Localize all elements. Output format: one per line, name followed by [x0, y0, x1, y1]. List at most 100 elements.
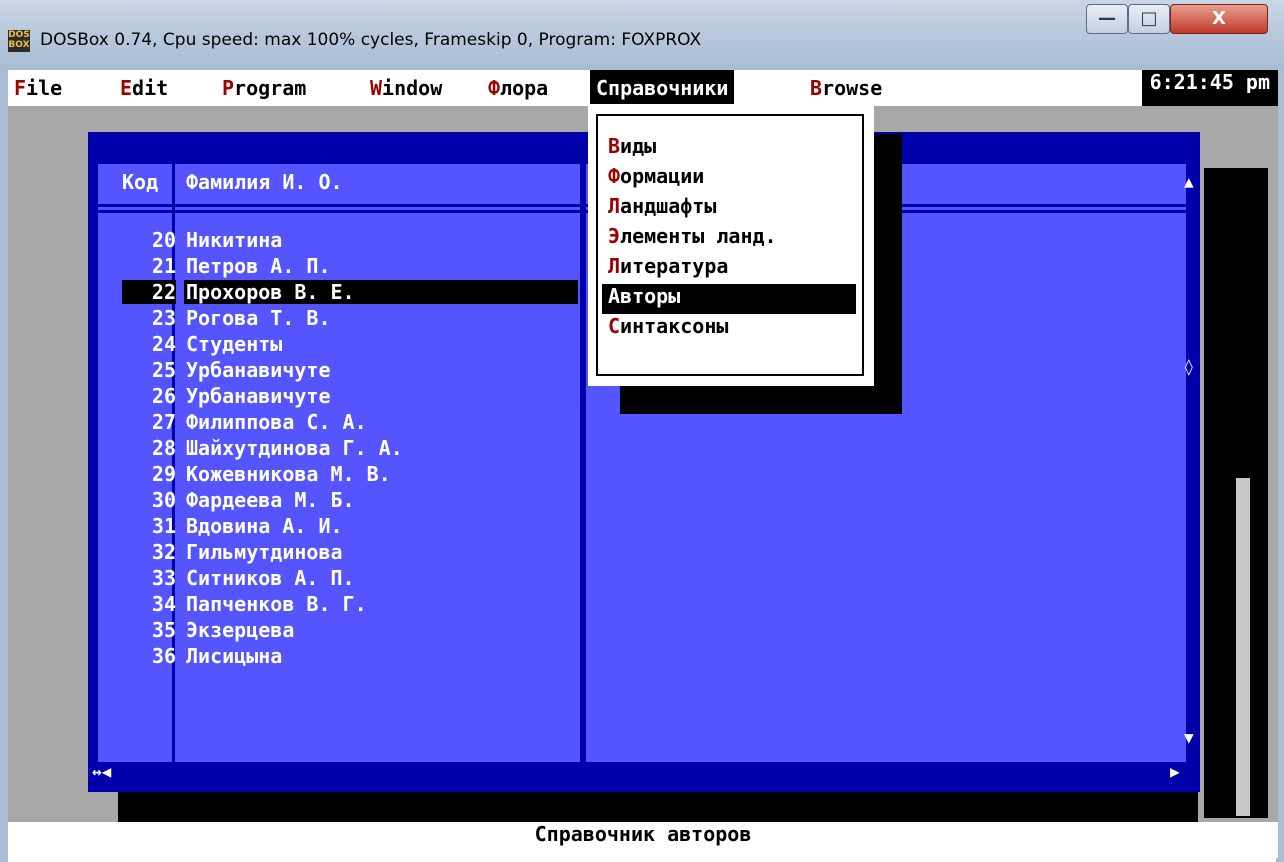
dropdown-label: лементы ланд.	[620, 224, 777, 248]
table-row[interactable]: 29 Кожевникова М. В.	[98, 462, 580, 488]
row-name: Петров А. П.	[186, 254, 331, 278]
table-row[interactable]: 27 Филиппова С. А.	[98, 410, 580, 436]
status-bar: Справочник авторов	[8, 822, 1278, 858]
menu-window[interactable]: Window	[364, 70, 448, 106]
row-code: 26	[151, 384, 176, 408]
row-code: 28	[151, 436, 176, 460]
row-code: 20	[151, 228, 176, 252]
table-row[interactable]: 21 Петров А. П.	[98, 254, 580, 280]
table-row[interactable]: 23 Рогова Т. В.	[98, 306, 580, 332]
dropdown-hotkey: Э	[608, 224, 621, 248]
menu-spravochniki[interactable]: Справочники	[590, 70, 735, 106]
column-header-code[interactable]: Код	[122, 170, 158, 194]
dropdown-hotkey: А	[608, 284, 621, 308]
row-name: Гильмутдинова	[186, 540, 343, 564]
spravochniki-dropdown: Виды Формации Ландшафты Элементы ланд. Литер…	[588, 104, 874, 386]
dropdown-hotkey: С	[608, 314, 621, 338]
row-code: 32	[151, 540, 176, 564]
row-name: Кожевникова М. В.	[186, 462, 391, 486]
table-row[interactable]: 32 Гильмутдинова	[98, 540, 580, 566]
dropdown-label: интаксоны	[620, 314, 729, 338]
dropdown-item[interactable]: Виды	[602, 134, 856, 164]
table-row[interactable]: 24 Студенты	[98, 332, 580, 358]
menu-browse[interactable]: Browse	[804, 70, 888, 106]
table-row[interactable]: 26 Урбанавичуте	[98, 384, 580, 410]
row-code: 25	[151, 358, 176, 382]
row-code: 23	[151, 306, 176, 330]
dropdown-items: Виды Формации Ландшафты Элементы ланд. Литер…	[602, 134, 856, 344]
row-code: 30	[151, 488, 176, 512]
minimize-button[interactable]: —	[1086, 4, 1128, 34]
table-row[interactable]: 34 Папченков В. Г.	[98, 592, 580, 618]
menu-hotkey: F	[14, 76, 27, 100]
row-name: Студенты	[186, 332, 283, 356]
dropdown-item[interactable]: Элементы ланд.	[602, 224, 856, 254]
row-name: Филиппова С. А.	[186, 410, 367, 434]
row-name: Вдовина А. И.	[186, 514, 343, 538]
table-row[interactable]: 36 Лисицына	[98, 644, 580, 670]
dos-screen: File Edit Program Window Флора Справочни…	[8, 70, 1278, 858]
row-name: Урбанавичуте	[186, 358, 331, 382]
menu-label: Справочники	[596, 76, 729, 100]
minimize-icon: —	[1098, 8, 1116, 29]
title-bar[interactable]: DOS BOX DOSBox 0.74, Cpu speed: max 100%…	[0, 0, 1284, 70]
menu-label: rowse	[822, 76, 883, 100]
table-row[interactable]: 20 Никитина	[98, 228, 580, 254]
row-name: Шайхутдинова Г. А.	[186, 436, 403, 460]
table-row[interactable]: 28 Шайхутдинова Г. А.	[98, 436, 580, 462]
dropdown-label: ормации	[620, 164, 705, 188]
row-code: 34	[151, 592, 176, 616]
row-code: 24	[151, 332, 176, 356]
dropdown-hotkey: Ф	[608, 164, 621, 188]
dropdown-item[interactable]: Формации	[602, 164, 856, 194]
table-row[interactable]: 30 Фардеева М. Б.	[98, 488, 580, 514]
table-row[interactable]: 22 Прохоров В. Е.	[98, 280, 580, 306]
table-row[interactable]: 33 Ситников А. П.	[98, 566, 580, 592]
partition-divider[interactable]	[580, 164, 583, 762]
resize-left-icon[interactable]: ↔◀	[92, 762, 111, 781]
scroll-thumb-icon[interactable]: ◊	[1184, 357, 1194, 376]
menu-hotkey: B	[810, 76, 823, 100]
close-icon: X	[1212, 8, 1226, 29]
menu-label: rogram	[234, 76, 307, 100]
desktop-scrollbar[interactable]	[1236, 478, 1250, 816]
dropdown-item[interactable]: Литература	[602, 254, 856, 284]
clock: 6:21:45 pm	[1141, 70, 1278, 106]
row-name: Лисицына	[186, 644, 283, 668]
row-name: Рогова Т. В.	[186, 306, 331, 330]
menu-hotkey: P	[222, 76, 235, 100]
column-header-name[interactable]: Фамилия И. О.	[186, 170, 343, 194]
menu-hotkey: E	[120, 76, 133, 100]
menu-label: dit	[132, 76, 169, 100]
table-row[interactable]: 31 Вдовина А. И.	[98, 514, 580, 540]
dropdown-item[interactable]: Синтаксоны	[602, 314, 856, 344]
dosbox-icon: DOS BOX	[8, 30, 30, 52]
scroll-up-icon[interactable]: ▲	[1184, 172, 1194, 191]
menu-label: indow	[382, 76, 443, 100]
browse-rows: 20 Никитина 21 Петров А. П. 22 Прохоров В. Е.…	[98, 228, 580, 670]
dropdown-hotkey: Л	[608, 254, 621, 278]
menu-flora[interactable]: Флора	[482, 70, 554, 106]
scroll-right-icon[interactable]: ▶	[1170, 762, 1180, 781]
dropdown-item[interactable]: Авторы	[602, 284, 856, 314]
row-code: 31	[151, 514, 176, 538]
maximize-button[interactable]: □	[1128, 4, 1170, 34]
table-row[interactable]: 35 Экзерцева	[98, 618, 580, 644]
table-row[interactable]: 25 Урбанавичуте	[98, 358, 580, 384]
row-code: 33	[151, 566, 176, 590]
dropdown-item[interactable]: Ландшафты	[602, 194, 856, 224]
header-divider	[98, 204, 580, 207]
dropdown-hotkey: Л	[608, 194, 621, 218]
row-name: Ситников А. П.	[186, 566, 355, 590]
menu-hotkey: W	[370, 76, 383, 100]
menu-edit[interactable]: Edit	[114, 70, 174, 106]
row-name: Прохоров В. Е.	[184, 280, 578, 304]
dropdown-hotkey: В	[608, 134, 621, 158]
row-name: Урбанавичуте	[186, 384, 331, 408]
scroll-down-icon[interactable]: ▼	[1184, 728, 1194, 747]
menu-program[interactable]: Program	[216, 70, 312, 106]
menu-file[interactable]: File	[8, 70, 68, 106]
window-title: DOSBox 0.74, Cpu speed: max 100% cycles,…	[40, 30, 702, 50]
close-button[interactable]: X	[1170, 4, 1268, 34]
window-frame-left	[0, 0, 8, 862]
